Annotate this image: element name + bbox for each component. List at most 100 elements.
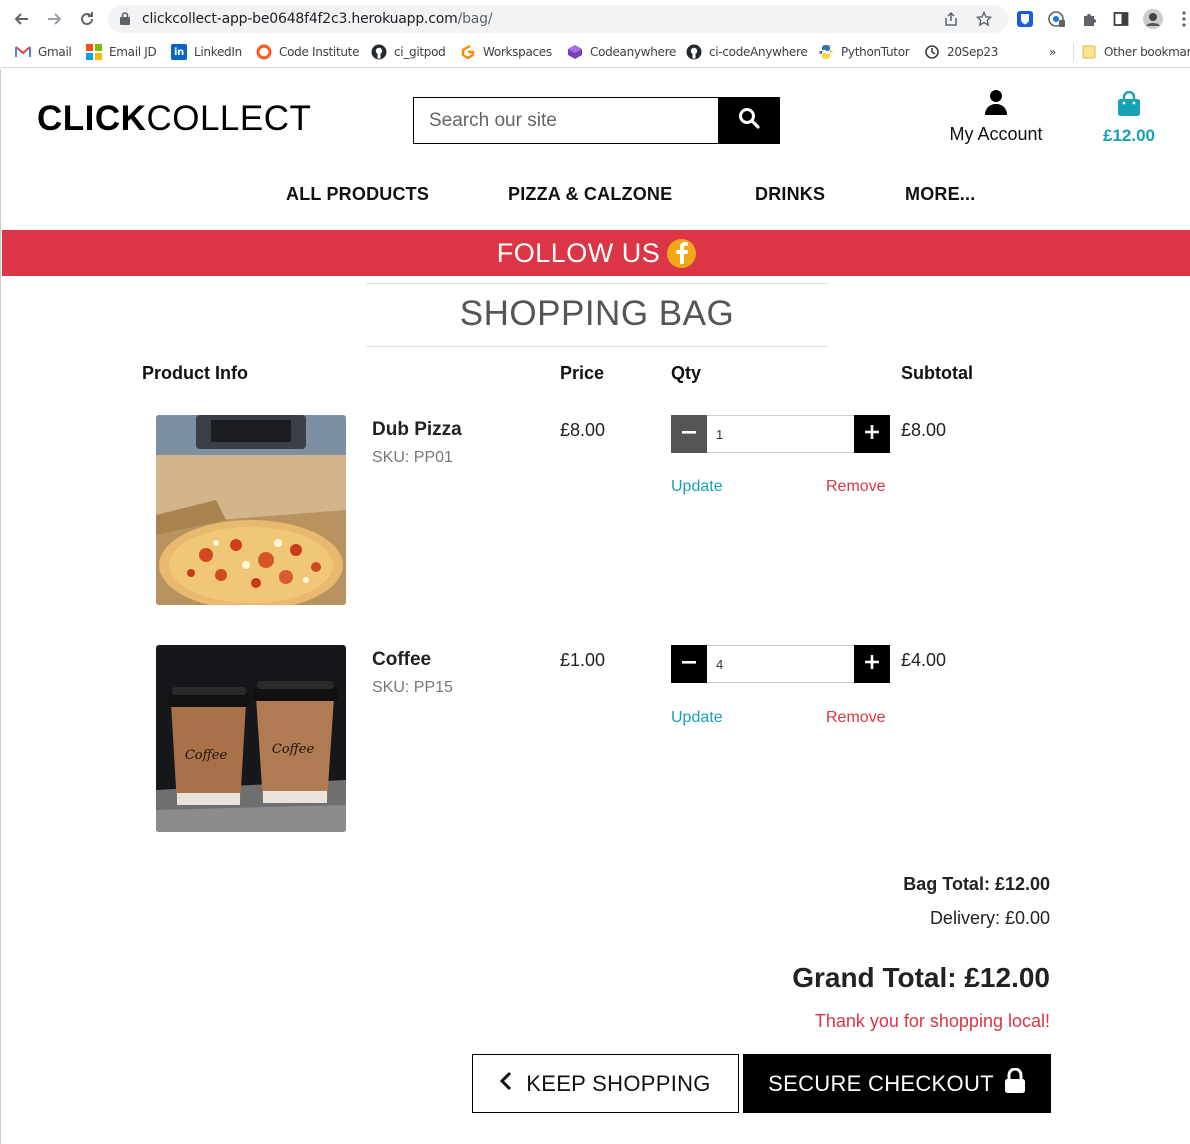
bookmark-label: ci-codeAnywhere (709, 45, 808, 59)
product-subtotal: £4.00 (901, 650, 947, 670)
quantity-input[interactable] (707, 645, 854, 683)
page-title-wrap: SHOPPING BAG (366, 283, 828, 347)
gmail-icon (15, 44, 31, 60)
plus-icon (865, 424, 879, 444)
increment-button[interactable] (854, 415, 890, 453)
bookmark-codeanywhere[interactable]: Codeanywhere (567, 43, 676, 61)
bookmark-label: Codeanywhere (590, 45, 677, 59)
quantity-stepper (671, 645, 890, 683)
lock-icon (120, 12, 130, 30)
reload-icon[interactable] (76, 8, 98, 30)
plus-icon (865, 654, 879, 674)
bag-total: Bag Total: £12.00 (903, 874, 1050, 894)
update-link[interactable]: Update (671, 709, 723, 727)
product-name: Dub Pizza (372, 419, 462, 440)
decrement-button[interactable] (671, 415, 707, 453)
forward-icon[interactable] (43, 8, 65, 30)
menu-kebab-icon[interactable] (1174, 9, 1190, 29)
thank-you-message: Thank you for shopping local! (814, 1011, 1050, 1031)
folder-icon (1081, 44, 1097, 60)
remove-link[interactable]: Remove (826, 478, 886, 496)
github-icon (686, 44, 702, 60)
bookmarks-overflow-button[interactable]: » (1049, 43, 1056, 61)
update-link[interactable]: Update (671, 478, 723, 496)
secure-checkout-label: SECURE CHECKOUT (768, 1070, 994, 1096)
share-icon[interactable] (942, 10, 960, 28)
increment-button[interactable] (854, 645, 890, 683)
nav-more[interactable]: MORE... (905, 184, 975, 205)
product-sku: SKU: PP01 (372, 449, 453, 466)
bookmark-gmail[interactable]: Gmail (15, 43, 72, 61)
cup-label-text: Coffee (272, 742, 315, 757)
cup-label-text: Coffee (185, 748, 228, 763)
product-name: Coffee (372, 649, 432, 670)
bookmark-20sep23[interactable]: 20Sep23 (924, 43, 998, 61)
puzzle-icon[interactable] (1079, 9, 1099, 29)
minus-icon (682, 655, 696, 674)
quantity-input[interactable] (707, 415, 854, 453)
bookmark-label: Gmail (38, 45, 72, 59)
back-icon[interactable] (11, 8, 33, 30)
bookmark-label: Code Institute (279, 45, 360, 59)
bookmarks-divider (1073, 43, 1074, 61)
bookmark-pythontutor[interactable]: PythonTutor (818, 43, 910, 61)
delivery-cost: Delivery: £0.00 (929, 908, 1050, 928)
nav-all-products[interactable]: ALL PRODUCTS (286, 184, 429, 205)
bookmark-label: LinkedIn (194, 45, 242, 59)
search-icon (738, 107, 760, 134)
remove-link[interactable]: Remove (826, 709, 886, 727)
product-price: £1.00 (560, 650, 606, 670)
grand-total: Grand Total: £12.00 (792, 962, 1050, 993)
bookmark-ci-codeanywhere[interactable]: ci-codeAnywhere (686, 43, 808, 61)
pizza-product-image (156, 415, 346, 605)
search-input[interactable] (414, 98, 718, 143)
search-button[interactable] (718, 98, 779, 143)
bookmark-email-jd[interactable]: Email JD (86, 43, 157, 61)
bookmark-linkedin[interactable]: in LinkedIn (171, 43, 242, 61)
product-subtotal: £8.00 (901, 420, 947, 440)
secure-checkout-button[interactable]: SECURE CHECKOUT (743, 1054, 1051, 1113)
linkedin-icon: in (171, 44, 187, 60)
star-icon[interactable] (975, 10, 993, 28)
keep-shopping-button[interactable]: KEEP SHOPPING (472, 1054, 739, 1113)
product-sku: SKU: PP15 (372, 679, 453, 696)
my-account-label: My Account (949, 124, 1043, 144)
bitwarden-icon[interactable] (1015, 9, 1035, 29)
extension-badge-icon[interactable] (1047, 9, 1067, 29)
history-icon (924, 44, 940, 60)
column-header-price: Price (560, 363, 605, 383)
profile-avatar-icon[interactable] (1143, 9, 1163, 29)
overflow-label: » (1049, 45, 1057, 59)
column-header-qty: Qty (671, 363, 702, 383)
side-panel-icon[interactable] (1111, 9, 1131, 29)
lock-icon (1004, 1067, 1026, 1099)
decrement-button[interactable] (671, 645, 707, 683)
bookmark-label: 20Sep23 (947, 45, 999, 59)
follow-us-banner[interactable]: FOLLOW US (2, 230, 1190, 276)
site-logo[interactable]: CLICKCOLLECT (37, 99, 311, 139)
coffee-product-image: Coffee Coffee (156, 645, 346, 832)
url-host: clickcollect-app-be0648f4f2c3.herokuapp.… (142, 11, 458, 27)
page-title: SHOPPING BAG (459, 294, 735, 333)
main-nav: ALL PRODUCTS PIZZA & CALZONE DRINKS MORE… (1, 184, 1190, 206)
logo-bold-text: CLICK (37, 99, 147, 138)
minus-icon (682, 425, 696, 444)
keep-shopping-label: KEEP SHOPPING (526, 1070, 711, 1096)
bookmark-code-institute[interactable]: Code Institute (256, 43, 359, 61)
bookmark-label: PythonTutor (841, 45, 910, 59)
bookmark-other-bookmarks[interactable]: Other bookmarks (1081, 43, 1190, 61)
shopping-bag-link[interactable]: £12.00 (1095, 90, 1163, 146)
chevron-left-icon (500, 1071, 512, 1096)
bookmark-workspaces[interactable]: Workspaces (460, 43, 552, 61)
my-account-link[interactable]: My Account (931, 89, 1061, 145)
nav-pizza-calzone[interactable]: PIZZA & CALZONE (508, 184, 672, 205)
url-path: /bag/ (457, 11, 493, 27)
address-bar[interactable]: clickcollect-app-be0648f4f2c3.herokuapp.… (108, 5, 1008, 33)
nav-drinks[interactable]: DRINKS (755, 184, 825, 205)
bookmark-label: Other bookmarks (1104, 45, 1190, 59)
bookmark-label: ci_gitpod (394, 45, 446, 59)
bookmark-ci-gitpod[interactable]: ci_gitpod (371, 43, 446, 61)
user-icon (984, 90, 1008, 119)
facebook-icon[interactable] (667, 238, 697, 268)
column-header-subtotal: Subtotal (901, 363, 973, 383)
